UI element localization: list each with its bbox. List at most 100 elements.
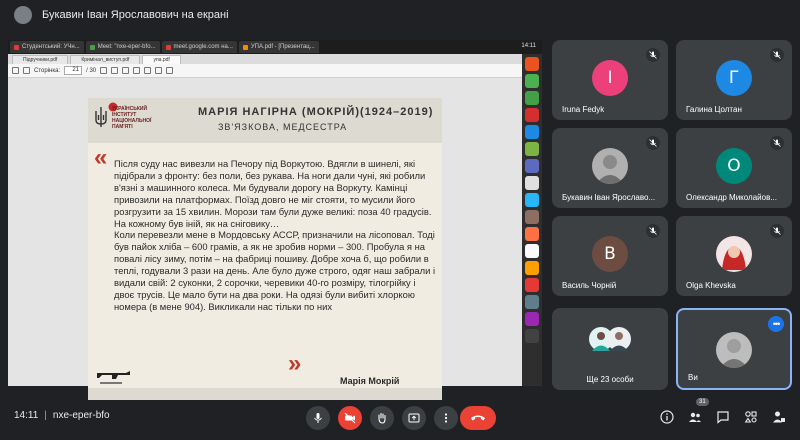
participant-tile[interactable]: Olga Khevska <box>676 216 792 296</box>
participant-tile[interactable]: Букавин Іван Ярославо... <box>552 128 668 208</box>
participant-name: Олександр Миколайов... <box>686 193 777 202</box>
os-tab-label: Meet: "nxe-eper-bfo... <box>97 44 156 50</box>
files-icon[interactable] <box>525 74 539 88</box>
meet-window: Букавин Іван Ярославович на екрані Студе… <box>0 0 800 440</box>
more-options-icon[interactable]: ••• <box>768 316 784 332</box>
document-area[interactable]: УКРАЇНСЬКИЙ ІНСТИТУТ НАЦІОНАЛЬНОЇ ПАМ'ЯТ… <box>8 78 522 400</box>
activities-button[interactable] <box>742 408 760 426</box>
slide-page: УКРАЇНСЬКИЙ ІНСТИТУТ НАЦІОНАЛЬНОЇ ПАМ'ЯТ… <box>88 98 442 400</box>
mic-off-icon <box>770 136 784 150</box>
self-tile[interactable]: ••• Ви <box>676 308 792 390</box>
mic-off-icon <box>646 48 660 62</box>
more-participants-tile[interactable]: Ще 23 особи <box>552 308 668 390</box>
rifle-logo-icon <box>97 371 130 384</box>
quote-author: Марія Мокрій <box>340 376 400 386</box>
quote-text: Після суду нас вивезли на Печору під Вор… <box>114 158 436 313</box>
rotate-icon[interactable] <box>155 67 163 74</box>
host-controls-button[interactable] <box>770 408 788 426</box>
lock-person-icon <box>773 411 785 423</box>
end-call-button[interactable] <box>460 406 496 430</box>
participant-count-badge: 31 <box>696 398 709 406</box>
save-icon[interactable] <box>12 67 19 74</box>
next-page-icon[interactable] <box>111 67 119 74</box>
more-options-button[interactable] <box>434 406 458 430</box>
meeting-code: nxe-eper-bfo <box>52 410 110 421</box>
app-icon[interactable] <box>525 210 539 224</box>
print-icon[interactable] <box>23 67 30 74</box>
viewer-toolbar: Сторінка: 21 / 30 <box>8 64 522 78</box>
raise-hand-button[interactable] <box>370 406 394 430</box>
more-participants-label: Ще 23 особи <box>586 375 634 384</box>
self-photo <box>716 332 752 368</box>
institute-name: УКРАЇНСЬКИЙ ІНСТИТУТ НАЦІОНАЛЬНОЇ ПАМ'ЯТ… <box>112 106 152 130</box>
info-icon <box>660 410 674 424</box>
os-tab[interactable]: meet.google.com на... <box>161 41 237 53</box>
app-launcher <box>522 54 542 386</box>
people-button[interactable] <box>686 408 704 426</box>
ubuntu-icon[interactable] <box>525 57 539 71</box>
os-tab[interactable]: Студентський: УЧн... <box>10 41 84 53</box>
app-icon[interactable] <box>525 142 539 156</box>
mic-off-icon <box>770 224 784 238</box>
shared-screen: Студентський: УЧн... Meet: "nxe-eper-bfo… <box>8 40 542 400</box>
participant-tile[interactable]: В Василь Чорній <box>552 216 668 296</box>
participant-tile[interactable]: I Iruna Fedyk <box>552 40 668 120</box>
mic-off-icon <box>646 224 660 238</box>
zoom-out-icon[interactable] <box>122 67 130 74</box>
zoom-in-icon[interactable] <box>133 67 141 74</box>
app-icon[interactable] <box>525 329 539 343</box>
app-icon[interactable] <box>525 295 539 309</box>
present-screen-button[interactable] <box>402 406 426 430</box>
fit-page-icon[interactable] <box>144 67 152 74</box>
chrome-icon[interactable] <box>525 91 539 105</box>
opera-icon[interactable] <box>525 108 539 122</box>
os-tab-label: Студентський: УЧн... <box>22 44 80 50</box>
pdf-viewer: Підручники.pdf Кримінал_виступ.pdf упа.p… <box>8 54 522 400</box>
meeting-details-button[interactable] <box>658 408 676 426</box>
people-icon <box>689 412 701 422</box>
app-icon[interactable] <box>525 278 539 292</box>
participant-avatar: О <box>716 148 752 184</box>
more-vert-icon <box>444 413 448 423</box>
chat-icon <box>717 411 729 424</box>
app-icon[interactable] <box>525 159 539 173</box>
camera-button[interactable] <box>338 406 362 430</box>
previous-page-icon[interactable] <box>100 67 108 74</box>
participant-avatar: I <box>592 60 628 96</box>
participant-photo <box>716 236 752 272</box>
browser-icon[interactable] <box>525 125 539 139</box>
participant-name: Olga Khevska <box>686 281 736 290</box>
microphone-button[interactable] <box>306 406 330 430</box>
chat-button[interactable] <box>714 408 732 426</box>
mic-off-icon <box>770 48 784 62</box>
participant-tile[interactable]: О Олександр Миколайов... <box>676 128 792 208</box>
mic-off-icon <box>646 136 660 150</box>
document-tab[interactable]: Кримінал_виступ.pdf <box>70 55 141 64</box>
camera-off-icon <box>344 412 356 424</box>
app-icon[interactable] <box>525 193 539 207</box>
os-tab[interactable]: УПА.pdf - [Презентац... <box>238 41 319 53</box>
app-icon[interactable] <box>525 176 539 190</box>
app-icon[interactable] <box>525 244 539 258</box>
quote-close-mark: » <box>288 350 302 377</box>
microphone-icon <box>314 413 322 423</box>
os-tab-label: УПА.pdf - [Презентац... <box>250 44 315 50</box>
participant-tile[interactable]: Г Галина Цолтан <box>676 40 792 120</box>
quote-paragraph: Після суду нас вивезли на Печору під Вор… <box>114 158 432 229</box>
page-number-input[interactable]: 21 <box>64 66 83 75</box>
hand-icon <box>378 412 386 424</box>
text-tool-icon[interactable] <box>166 67 174 74</box>
document-tab[interactable]: Підручники.pdf <box>12 55 69 64</box>
os-tab[interactable]: Meet: "nxe-eper-bfo... <box>85 41 160 53</box>
app-icon <box>14 44 19 50</box>
presenter-label: Букавин Іван Ярославович на екрані <box>42 9 229 21</box>
meeting-info: 14:11 | nxe-eper-bfo <box>14 410 110 421</box>
app-icon[interactable] <box>525 312 539 326</box>
app-icon[interactable] <box>525 227 539 241</box>
app-icon[interactable] <box>525 261 539 275</box>
document-tab-active[interactable]: упа.pdf <box>142 55 181 64</box>
participant-name: Букавин Іван Ярославо... <box>562 193 656 202</box>
slide-title: МАРІЯ НАГІРНА (МОКРІЙ)(1924–2019) <box>198 106 434 118</box>
participant-photo <box>592 148 628 184</box>
participant-name: Василь Чорній <box>562 281 617 290</box>
